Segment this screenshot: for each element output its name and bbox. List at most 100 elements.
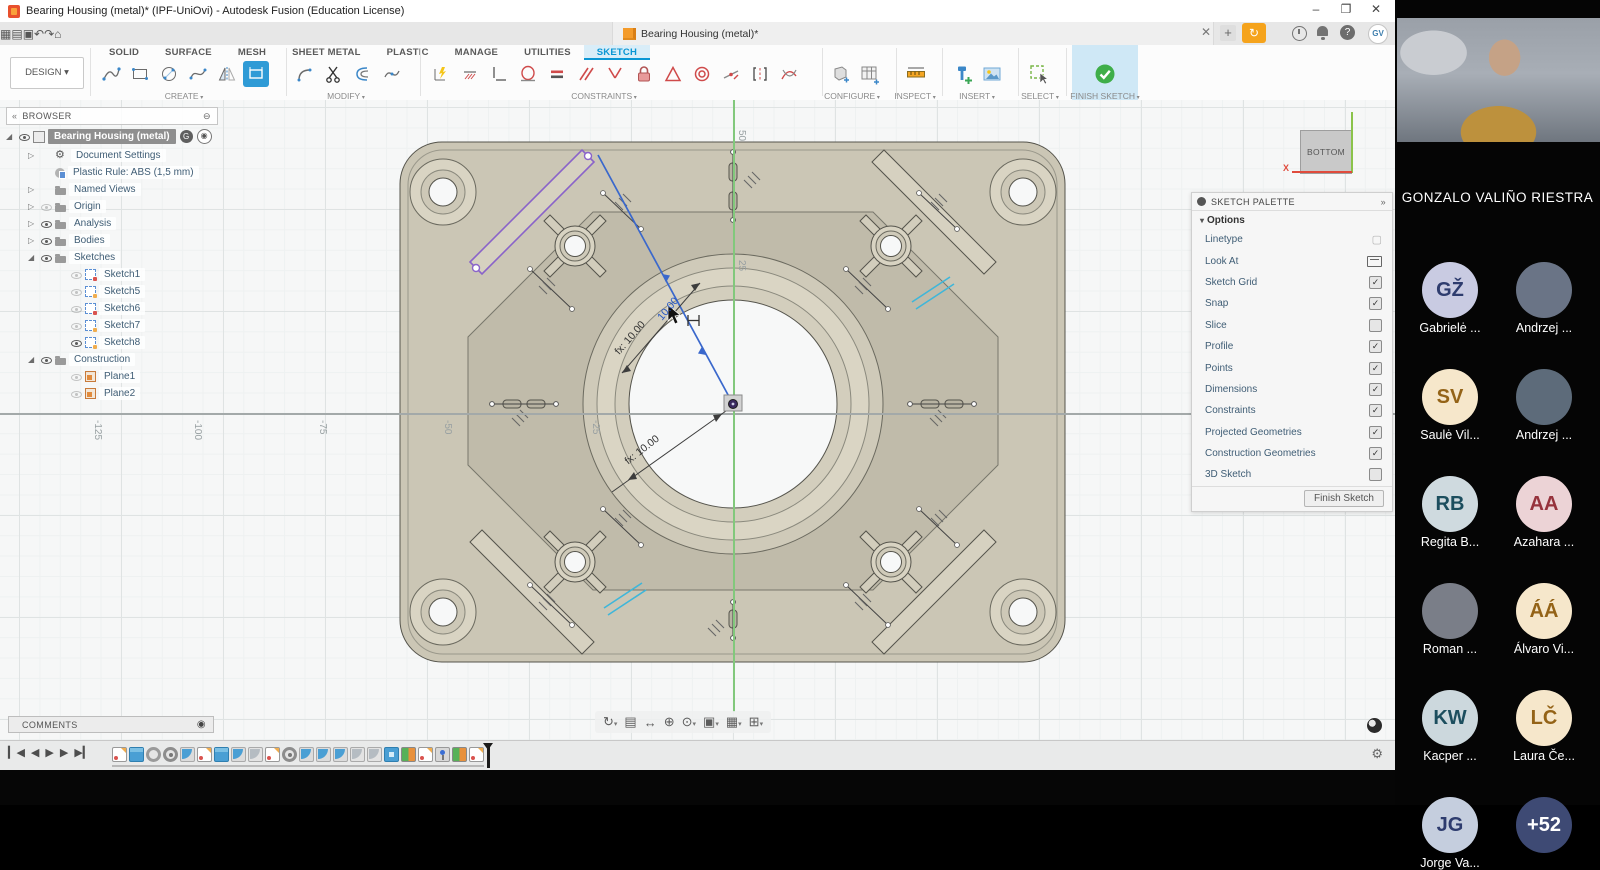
option-control[interactable] xyxy=(1372,233,1382,246)
browser-row[interactable]: Document Settings xyxy=(6,147,218,164)
option-control[interactable] xyxy=(1369,404,1382,417)
timeline-feature-icon[interactable] xyxy=(333,747,348,762)
feedback-avatar-icon[interactable] xyxy=(1367,718,1382,733)
browser-header[interactable]: « BROWSER ⊖ xyxy=(6,107,218,125)
browser-row[interactable]: Sketch1 xyxy=(6,266,218,283)
timeline-feature-icon[interactable] xyxy=(469,747,484,762)
job-status-button[interactable]: ↻ xyxy=(1242,23,1266,43)
midpoint-constraint-icon[interactable] xyxy=(718,61,744,87)
expand-icon[interactable] xyxy=(28,202,40,211)
perpendicular-constraint-icon[interactable] xyxy=(602,61,628,87)
node-label[interactable]: Plastic Rule: ABS (1,5 mm) xyxy=(68,166,199,179)
nav-icon[interactable]: ↔ xyxy=(644,715,657,730)
workspace-selector[interactable]: DESIGN ▾ xyxy=(10,57,84,89)
auto-constrain-icon[interactable] xyxy=(428,61,454,87)
browser-root-row[interactable]: Bearing Housing (metal) G ◉ xyxy=(6,127,218,146)
nav-icon[interactable]: ⊞▾ xyxy=(749,714,763,730)
eye-icon[interactable] xyxy=(70,371,83,382)
active-speaker-tile[interactable]: GONZALO VALIÑO RIESTRA xyxy=(1395,0,1600,250)
expand-icon[interactable] xyxy=(28,185,40,194)
expand-icon[interactable] xyxy=(28,236,40,245)
browser-row[interactable]: Sketch7 xyxy=(6,317,218,334)
browser-row[interactable]: Plane1 xyxy=(6,368,218,385)
insert-image-icon[interactable] xyxy=(979,61,1005,87)
eye-icon[interactable] xyxy=(40,235,53,246)
timeline-feature-icon[interactable] xyxy=(282,747,297,762)
expand-icon[interactable] xyxy=(28,253,40,262)
sketch-palette-header[interactable]: SKETCH PALETTE » xyxy=(1192,193,1392,211)
timeline-feature-icon[interactable] xyxy=(299,747,314,762)
participant-tile[interactable]: SV Saulė Vil... xyxy=(1405,369,1495,442)
timeline-feature-icon[interactable] xyxy=(197,747,212,762)
circle-tool-icon[interactable] xyxy=(156,61,182,87)
playback-icon[interactable]: ▶▎ xyxy=(74,746,91,759)
account-avatar[interactable]: GV xyxy=(1368,24,1388,44)
node-label[interactable]: Sketch1 xyxy=(99,268,145,281)
timeline-feature-icon[interactable] xyxy=(367,747,382,762)
timeline-feature-icon[interactable] xyxy=(112,747,127,762)
root-component-label[interactable]: Bearing Housing (metal) xyxy=(48,129,176,144)
ribbon-tab[interactable]: UTILITIES xyxy=(511,45,584,60)
offset-tool-icon[interactable] xyxy=(350,61,376,87)
timeline-feature-icon[interactable] xyxy=(265,747,280,762)
browser-row[interactable]: Sketches xyxy=(6,249,218,266)
timeline-feature-icon[interactable] xyxy=(452,747,467,762)
insert-fastener-icon[interactable] xyxy=(950,61,976,87)
browser-row[interactable]: Plane2 xyxy=(6,385,218,402)
horizontal-vertical-icon[interactable] xyxy=(486,61,512,87)
option-control[interactable] xyxy=(1369,276,1382,289)
polygon-constraint-icon[interactable] xyxy=(660,61,686,87)
eye-icon[interactable] xyxy=(40,354,53,365)
node-label[interactable]: Bodies xyxy=(69,234,110,247)
spline-tool-icon[interactable] xyxy=(185,61,211,87)
qat-icon[interactable]: ▤ xyxy=(11,27,22,41)
node-label[interactable]: Plane2 xyxy=(99,387,140,400)
ribbon-tab[interactable]: SOLID xyxy=(96,45,152,60)
maximize-button[interactable]: ❐ xyxy=(1331,0,1361,20)
ribbon-tab[interactable]: PLASTIC xyxy=(374,45,442,60)
participant-tile[interactable]: RB Regita B... xyxy=(1405,476,1495,549)
node-label[interactable]: Plane1 xyxy=(99,370,140,383)
notifications-bell-icon[interactable] xyxy=(1317,26,1328,36)
node-label[interactable]: Sketch6 xyxy=(99,302,145,315)
timeline-feature-icon[interactable] xyxy=(316,747,331,762)
timeline-feature-icon[interactable] xyxy=(163,747,178,762)
close-button[interactable]: ✕ xyxy=(1361,0,1391,20)
browser-row[interactable]: Construction xyxy=(6,351,218,368)
comments-bar[interactable]: COMMENTS ◉ xyxy=(8,716,214,733)
document-tab[interactable]: Bearing Housing (metal)* xyxy=(612,22,1214,45)
qat-icon[interactable]: ↷ xyxy=(44,27,54,41)
option-control[interactable] xyxy=(1369,468,1382,481)
eye-icon[interactable] xyxy=(70,269,83,280)
eye-icon[interactable] xyxy=(70,303,83,314)
view-cube[interactable]: BOTTOM xyxy=(1300,130,1352,174)
close-tab-icon[interactable]: ✕ xyxy=(1198,25,1214,41)
timeline-feature-icon[interactable] xyxy=(384,747,399,762)
finish-sketch-icon[interactable] xyxy=(1092,61,1118,87)
participant-tile[interactable]: JG Jorge Va... xyxy=(1405,797,1495,870)
browser-row[interactable]: Analysis xyxy=(6,215,218,232)
eye-icon[interactable] xyxy=(70,320,83,331)
participant-tile[interactable]: Andrzej ... xyxy=(1499,262,1589,335)
expand-icon[interactable] xyxy=(28,355,40,364)
configuration-table-icon[interactable] xyxy=(857,61,883,87)
curve-tool-icon[interactable] xyxy=(379,61,405,87)
participant-tile[interactable]: GŽ Gabrielė ... xyxy=(1405,262,1495,335)
measure-icon[interactable] xyxy=(903,61,929,87)
qat-icon[interactable]: ⌂ xyxy=(54,27,61,41)
option-control[interactable] xyxy=(1369,319,1382,332)
activate-component-icon[interactable]: ◉ xyxy=(197,129,212,144)
participant-tile[interactable]: LČ Laura Če... xyxy=(1499,690,1589,763)
eye-icon[interactable] xyxy=(40,252,53,263)
panel-expand-icon[interactable]: » xyxy=(1381,197,1386,207)
mirror-tool-icon[interactable] xyxy=(214,61,240,87)
expand-icon[interactable] xyxy=(28,151,40,160)
node-label[interactable]: Analysis xyxy=(69,217,116,230)
qat-icon[interactable]: ▣ xyxy=(23,27,34,41)
option-control[interactable] xyxy=(1369,362,1382,375)
node-label[interactable]: Sketch8 xyxy=(99,336,145,349)
nav-icon[interactable]: ▤ xyxy=(624,714,636,730)
rectangle-tool-icon[interactable] xyxy=(127,61,153,87)
timeline-feature-icon[interactable] xyxy=(146,747,161,762)
participant-tile[interactable]: KW Kacper ... xyxy=(1405,690,1495,763)
